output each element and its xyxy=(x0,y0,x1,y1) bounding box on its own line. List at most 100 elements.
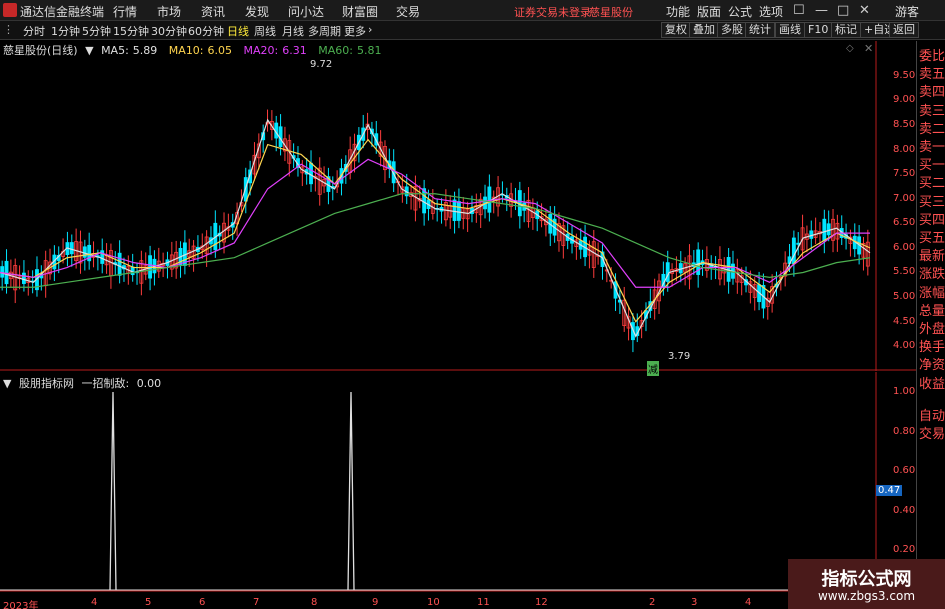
tool-statistics[interactable]: 统计 xyxy=(745,22,775,38)
maximize-icon[interactable]: □ xyxy=(837,3,849,18)
minimize-icon[interactable]: — xyxy=(815,3,828,18)
indicator-spike xyxy=(347,391,355,591)
x-tick-label: 11 xyxy=(477,597,490,608)
indicator-y-tick: 0.60 xyxy=(893,465,916,477)
period-more[interactable]: 更多 xyxy=(344,23,366,39)
x-tick-label: 6 xyxy=(199,597,206,608)
candle-body xyxy=(69,242,74,255)
y-tick-label: 6.50 xyxy=(893,217,916,229)
y-tick-label: 8.00 xyxy=(893,143,916,155)
period-weekly[interactable]: 周线 xyxy=(254,23,276,39)
indicator-y-tick: 0.80 xyxy=(893,425,916,437)
app-logo-icon xyxy=(3,3,17,17)
candle-body xyxy=(822,218,827,242)
candle-body xyxy=(117,252,122,276)
y-tick-label: 4.50 xyxy=(893,315,916,327)
quote-field-label: 卖四 xyxy=(919,85,945,101)
period-30min[interactable]: 30分钟 xyxy=(151,23,187,39)
more-chevron-icon[interactable]: › xyxy=(368,23,372,36)
y-tick-label: 6.00 xyxy=(893,241,916,253)
quote-field-label: 涨幅 xyxy=(919,285,945,301)
period-15min[interactable]: 15分钟 xyxy=(113,23,149,39)
watermark: 指标公式网 www.zbgs3.com xyxy=(788,559,945,609)
candle-body xyxy=(452,199,457,222)
lock-icon[interactable]: ☐ xyxy=(793,3,805,18)
period-daily[interactable]: 日线 xyxy=(227,23,249,39)
y-tick-label: 5.00 xyxy=(893,291,916,303)
menu-trade[interactable]: 交易 xyxy=(396,3,420,20)
indicator-chart[interactable] xyxy=(0,372,916,592)
menu-options[interactable]: 选项 xyxy=(759,3,783,20)
high-price-marker: 9.72 xyxy=(310,59,333,70)
candle-body xyxy=(457,201,461,221)
candle-body xyxy=(4,260,9,285)
quote-field-label: 买一 xyxy=(919,158,945,174)
tool-overlay[interactable]: 叠加 xyxy=(689,22,719,38)
period-60min[interactable]: 60分钟 xyxy=(188,23,224,39)
tool-mark[interactable]: 标记 xyxy=(831,22,861,38)
period-monthly[interactable]: 月线 xyxy=(282,23,304,39)
tool-draw[interactable]: 画线 xyxy=(775,22,805,38)
watermark-title: 指标公式网 xyxy=(821,569,912,590)
toolbar-grip-icon: ⋮ xyxy=(3,23,14,36)
menu-news[interactable]: 资讯 xyxy=(201,3,225,20)
tool-restore-rights[interactable]: 复权 xyxy=(661,22,691,38)
quote-field-label: 涨跌 xyxy=(919,267,945,283)
quote-field-label[interactable]: 交易 xyxy=(919,423,945,442)
quote-field-label[interactable]: 自动 xyxy=(919,405,945,424)
menu-function[interactable]: 功能 xyxy=(666,3,690,20)
x-tick-label: 2 xyxy=(649,597,656,608)
y-tick-label: 9.00 xyxy=(893,94,916,106)
period-5min[interactable]: 5分钟 xyxy=(82,23,111,39)
x-tick-label: 5 xyxy=(145,597,152,608)
menubar: 通达信金融终端 行情 市场 资讯 发现 问小达 财富圈 交易 证券交易未登录 慈… xyxy=(0,0,945,21)
menu-market[interactable]: 市场 xyxy=(157,3,181,20)
quote-field-label: 委比 xyxy=(919,49,945,64)
y-tick-label: 8.50 xyxy=(893,118,916,130)
menu-discover[interactable]: 发现 xyxy=(245,3,269,20)
user-guest[interactable]: 游客 xyxy=(895,3,919,20)
period-timeshare[interactable]: 分时 xyxy=(23,23,45,39)
candle-body xyxy=(826,223,831,236)
period-toolbar: ⋮ 分时 1分钟 5分钟 15分钟 30分钟 60分钟 日线 周线 月线 多周期… xyxy=(0,21,945,40)
tool-f10[interactable]: F10 xyxy=(804,22,833,38)
indicator-spike xyxy=(109,391,117,591)
quote-field-label: 卖二 xyxy=(919,121,945,137)
kline-chart[interactable] xyxy=(0,41,916,371)
tool-back[interactable]: 返回 xyxy=(889,22,919,38)
period-multi[interactable]: 多周期 xyxy=(308,23,341,39)
y-tick-label: 7.00 xyxy=(893,192,916,204)
quote-field-label: 买四 xyxy=(919,212,945,228)
x-tick-label: 3 xyxy=(691,597,698,608)
quote-field-label: 换手 xyxy=(919,340,945,356)
indicator-y-tick: 0.40 xyxy=(893,504,916,516)
menu-quotes[interactable]: 行情 xyxy=(113,3,137,20)
ma-line-ma60 xyxy=(0,193,871,288)
quote-field-label: 净资 xyxy=(919,358,945,374)
x-tick-label: 7 xyxy=(253,597,260,608)
x-tick-label: 9 xyxy=(372,597,379,608)
menu-layout[interactable]: 版面 xyxy=(697,3,721,20)
candle-body xyxy=(809,230,814,239)
login-status[interactable]: 证券交易未登录 xyxy=(514,4,591,20)
indicator-y-tick: 0.20 xyxy=(893,544,916,556)
y-tick-label: 9.50 xyxy=(893,69,916,81)
current-stock[interactable]: 慈星股份 xyxy=(589,4,633,20)
x-tick-label: 10 xyxy=(427,597,440,608)
candle-body xyxy=(309,162,313,185)
candle-body xyxy=(0,266,5,278)
menu-wealth[interactable]: 财富圈 xyxy=(342,3,378,20)
menu-formula[interactable]: 公式 xyxy=(728,3,752,20)
quote-field-label: 卖一 xyxy=(919,140,945,155)
close-icon[interactable]: ✕ xyxy=(859,3,870,18)
watermark-url: www.zbgs3.com xyxy=(817,589,916,603)
menu-ask[interactable]: 问小达 xyxy=(288,3,324,20)
quote-field-label: 买五 xyxy=(919,231,945,246)
indicator-y-tick: 1.00 xyxy=(893,386,916,397)
candle-body xyxy=(22,272,26,284)
ma-line-ma20 xyxy=(0,158,870,288)
y-tick-label: 5.50 xyxy=(893,266,916,278)
tool-multi-stock[interactable]: 多股 xyxy=(717,22,747,38)
ma-line-ma5 xyxy=(0,118,871,338)
period-1min[interactable]: 1分钟 xyxy=(51,23,80,39)
